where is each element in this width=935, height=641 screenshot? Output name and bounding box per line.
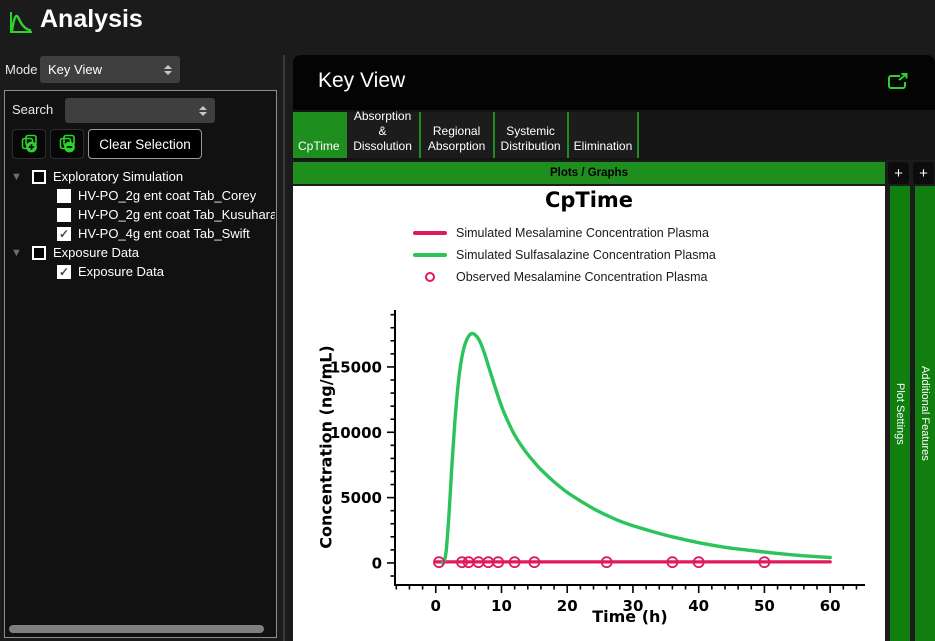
mode-select[interactable]: Key View: [40, 56, 180, 83]
item-checkbox[interactable]: [57, 189, 71, 203]
item-checkbox[interactable]: ✓: [57, 265, 71, 279]
selection-panel: Search Clear Selection ▼ Exploratory Simu…: [4, 90, 277, 638]
expand-triangle-icon[interactable]: ▼: [11, 246, 25, 260]
group-checkbox[interactable]: [32, 170, 46, 184]
group-checkbox[interactable]: [32, 246, 46, 260]
axes: [395, 310, 865, 585]
panel-splitter[interactable]: [283, 55, 285, 641]
tab-systemic-distribution[interactable]: Systemic Distribution: [495, 112, 569, 158]
svg-text:10000: 10000: [330, 424, 382, 442]
search-select[interactable]: [65, 98, 215, 123]
mode-label: Mode: [5, 62, 38, 77]
svg-text:15000: 15000: [330, 358, 382, 376]
tick-labels: 0102030405060050001000015000: [330, 358, 841, 615]
item-label: HV-PO_4g ent coat Tab_Swift: [78, 226, 250, 241]
tree-item: HV-PO_2g ent coat Tab_Kusuhara: [5, 205, 275, 224]
legend-label: Observed Mesalamine Concentration Plasma: [456, 270, 708, 284]
group-label: Exposure Data: [53, 245, 139, 260]
simulation-tree: ▼ Exploratory Simulation HV-PO_2g ent coat…: [5, 167, 275, 281]
add-plot-settings-button[interactable]: +: [888, 162, 909, 184]
page-title: Analysis: [40, 5, 143, 34]
add-additional-features-button[interactable]: +: [913, 162, 934, 184]
plot-settings-label: Plot Settings: [894, 383, 906, 445]
horizontal-scrollbar[interactable]: [9, 625, 264, 633]
plot-settings-panel[interactable]: Plot Settings: [890, 186, 910, 641]
x-axis-label: Time (h): [395, 607, 865, 626]
remove-selection-button[interactable]: [50, 129, 84, 159]
key-view-title: Key View: [318, 69, 405, 93]
additional-features-panel[interactable]: Additional Features: [915, 186, 935, 641]
stack-minus-icon: [56, 133, 78, 155]
plots-graphs-bar: Plots / Graphs: [293, 162, 885, 184]
item-label: Exposure Data: [78, 264, 164, 279]
item-checkbox[interactable]: ✓: [57, 227, 71, 241]
open-external-icon[interactable]: [887, 72, 909, 92]
svg-text:5000: 5000: [340, 489, 382, 507]
legend-line-icon: [413, 253, 447, 257]
dropdown-arrows-icon: [164, 65, 172, 75]
item-checkbox[interactable]: [57, 208, 71, 222]
legend-label: Simulated Mesalamine Concentration Plasm…: [456, 226, 709, 240]
add-selection-button[interactable]: [12, 129, 46, 159]
tree-item: ✓ Exposure Data: [5, 262, 275, 281]
app-header: Analysis: [0, 0, 935, 44]
view-tabs: CpTimeAbsorption & DissolutionRegional A…: [293, 110, 935, 160]
y-axis-label: Concentration (ng/mL): [317, 345, 336, 548]
app-container: Analysis Mode Key View Search: [0, 0, 935, 641]
cptime-chart: 0102030405060050001000015000 CpTime Simu…: [293, 186, 885, 641]
ticks: [387, 315, 856, 593]
item-label: HV-PO_2g ent coat Tab_Corey: [78, 188, 256, 203]
mode-select-value: Key View: [48, 62, 160, 77]
svg-text:0: 0: [372, 554, 382, 572]
chart-title: CpTime: [293, 188, 885, 212]
analysis-curve-icon: [8, 9, 34, 35]
legend-marker-icon: [413, 272, 447, 282]
legend-entry: Observed Mesalamine Concentration Plasma: [413, 266, 716, 288]
tab-elimination[interactable]: Elimination: [569, 112, 640, 158]
legend-label: Simulated Sulfasalazine Concentration Pl…: [456, 248, 716, 262]
item-label: HV-PO_2g ent coat Tab_Kusuhara: [78, 207, 275, 222]
tab-absorption-dissolution[interactable]: Absorption & Dissolution: [347, 112, 421, 158]
tab-regional-absorption[interactable]: Regional Absorption: [421, 112, 495, 158]
additional-features-label: Additional Features: [919, 366, 931, 461]
stack-plus-icon: [18, 133, 40, 155]
expand-triangle-icon[interactable]: ▼: [11, 170, 25, 184]
series-line: [442, 334, 830, 563]
chart-legend: Simulated Mesalamine Concentration Plasm…: [413, 222, 716, 288]
legend-line-icon: [413, 231, 447, 235]
tree-group: ▼ Exposure Data: [5, 243, 275, 262]
tab-cptime[interactable]: CpTime: [293, 112, 347, 158]
group-label: Exploratory Simulation: [53, 169, 183, 184]
legend-entry: Simulated Sulfasalazine Concentration Pl…: [413, 244, 716, 266]
dropdown-arrows-icon: [199, 106, 207, 116]
tree-group: ▼ Exploratory Simulation: [5, 167, 275, 186]
legend-entry: Simulated Mesalamine Concentration Plasm…: [413, 222, 716, 244]
search-label: Search: [12, 102, 53, 117]
clear-selection-button[interactable]: Clear Selection: [88, 129, 202, 159]
tree-item: ✓ HV-PO_4g ent coat Tab_Swift: [5, 224, 275, 243]
key-view-header: Key View: [293, 55, 935, 110]
tree-item: HV-PO_2g ent coat Tab_Corey: [5, 186, 275, 205]
